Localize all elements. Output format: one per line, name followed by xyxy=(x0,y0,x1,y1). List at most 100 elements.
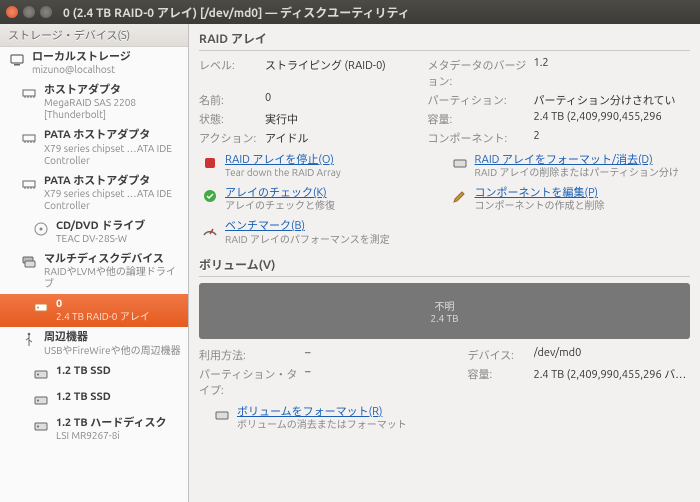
window-title: 0 (2.4 TB RAID-0 アレイ) [/dev/md0] — ディスクユ… xyxy=(63,4,410,21)
action-sub: コンポーネントの作成と削除 xyxy=(475,200,605,212)
level-value: ストライピング (RAID-0) xyxy=(265,57,422,89)
action-sub: Tear down the RAID Array xyxy=(225,167,341,179)
capacity-value: 2.4 TB (2,409,990,455,296 xyxy=(534,111,691,127)
metadata-value: 1.2 xyxy=(534,57,691,89)
sidebar-item-label: マルチディスクデバイス xyxy=(44,253,182,266)
sidebar-item-sub: USBやFireWireや他の周辺機器 xyxy=(44,345,181,357)
sidebar-item-label: PATA ホストアダプタ xyxy=(44,129,182,142)
check-icon xyxy=(201,187,219,205)
state-value: 実行中 xyxy=(265,111,422,127)
device-value: /dev/md0 xyxy=(534,347,691,363)
state-label: 状態: xyxy=(199,111,259,127)
sidebar-item-label: CD/DVD ドライブ xyxy=(56,220,145,233)
sidebar-item-label: 1.2 TB SSD xyxy=(56,391,111,404)
partition-value: パーティション分けされてい xyxy=(534,92,691,108)
format-array-button[interactable]: RAID アレイをフォーマット/消去(D)RAID アレイの削除またはパーティシ… xyxy=(449,152,691,181)
edit-components-button[interactable]: コンポーネントを編集(P)コンポーネントの作成と削除 xyxy=(449,185,691,214)
adapter-icon xyxy=(20,84,38,102)
ptype-label: パーティション・タイプ: xyxy=(199,366,299,398)
sidebar-item-peripherals[interactable]: 周辺機器USBやFireWireや他の周辺機器 xyxy=(0,327,188,360)
drive-icon xyxy=(32,365,50,383)
usage-label: 利用方法: xyxy=(199,347,299,363)
sidebar-item-ssd-1[interactable]: 1.2 TB SSD xyxy=(0,361,188,387)
action-label: アレイのチェック(K) xyxy=(225,187,335,200)
sidebar-item-label: PATA ホストアダプタ xyxy=(44,175,182,188)
edit-icon xyxy=(451,187,469,205)
volume-info-grid: 利用方法: – デバイス: /dev/md0 パーティション・タイプ: – 容量… xyxy=(199,347,690,398)
sidebar-item-sub: mizuno@localhost xyxy=(32,64,131,76)
sidebar-item-cddvd[interactable]: CD/DVD ドライブTEAC DV-28S-W xyxy=(0,216,188,249)
sidebar-item-raid-array[interactable]: 02.4 TB RAID-0 アレイ xyxy=(0,294,188,327)
sidebar-header: ストレージ・デバイス(S) xyxy=(0,24,188,47)
drive-icon xyxy=(32,417,50,435)
ptype-value: – xyxy=(305,366,462,398)
action-label: コンポーネントを編集(P) xyxy=(475,187,605,200)
sidebar-item-multidisk[interactable]: マルチディスクデバイスRAIDやLVMや他の論理ドライブ xyxy=(0,249,188,294)
raid-array-header: RAID アレイ xyxy=(199,30,690,51)
sidebar-item-label: 1.2 TB ハードディスク xyxy=(56,417,166,430)
raid-info-grid: レベル: ストライピング (RAID-0) メタデータのバージョン: 1.2 名… xyxy=(199,57,690,146)
action-sub: アレイのチェックと修復 xyxy=(225,200,335,212)
sidebar-item-sub: X79 series chipset …ATA IDE Controller xyxy=(44,188,182,212)
name-value: 0 xyxy=(265,92,422,108)
action-label: ベンチマーク(B) xyxy=(225,220,390,233)
volumes-header: ボリューム(V) xyxy=(199,256,690,277)
format-volume-button[interactable]: ボリュームをフォーマット(R)ボリュームの消去またはフォーマット xyxy=(211,404,690,433)
sidebar-item-label: ローカルストレージ xyxy=(32,51,131,64)
sidebar-item-ssd-2[interactable]: 1.2 TB SSD xyxy=(0,387,188,413)
computer-icon xyxy=(8,51,26,69)
check-array-button[interactable]: アレイのチェック(K)アレイのチェックと修復 xyxy=(199,185,441,214)
sidebar-item-label: 0 xyxy=(56,298,150,311)
sidebar-item-sub: RAIDやLVMや他の論理ドライブ xyxy=(44,266,182,290)
disc-icon xyxy=(32,220,50,238)
adapter-icon xyxy=(20,129,38,147)
sidebar-item-sub: MegaRAID SAS 2208 [Thunderbolt] xyxy=(44,97,182,121)
sidebar-item-label: ホストアダプタ xyxy=(44,84,182,97)
format-icon xyxy=(213,406,231,424)
level-label: レベル: xyxy=(199,57,259,89)
titlebar: 0 (2.4 TB RAID-0 アレイ) [/dev/md0] — ディスクユ… xyxy=(0,0,700,24)
capacity-label: 容量: xyxy=(428,111,528,127)
raid-actions: RAID アレイを停止(O)Tear down the RAID Array R… xyxy=(199,152,690,248)
metadata-label: メタデータのバージョン: xyxy=(428,57,528,89)
sidebar-item-sub: X79 series chipset …ATA IDE Controller xyxy=(44,143,182,167)
stop-array-button[interactable]: RAID アレイを停止(O)Tear down the RAID Array xyxy=(199,152,441,181)
sidebar-item-sub: LSI MR9267-8i xyxy=(56,430,166,442)
action-label: RAID アレイをフォーマット/消去(D) xyxy=(475,154,679,167)
capacity2-label: 容量: xyxy=(468,366,528,398)
usage-value: – xyxy=(305,347,462,363)
stop-icon xyxy=(201,154,219,172)
multidisk-icon xyxy=(20,253,38,271)
adapter-icon xyxy=(20,175,38,193)
name-label: 名前: xyxy=(199,92,259,108)
action-value: アイドル xyxy=(265,130,422,146)
volume-bar-title: 不明 xyxy=(435,298,455,313)
close-icon[interactable] xyxy=(6,6,18,18)
sidebar-item-local-storage[interactable]: ローカルストレージmizuno@localhost xyxy=(0,47,188,80)
components-label: コンポーネント: xyxy=(428,130,528,146)
action-label: RAID アレイを停止(O) xyxy=(225,154,341,167)
components-value: 2 xyxy=(534,130,691,146)
action-sub: RAID アレイのパフォーマンスを測定 xyxy=(225,234,390,246)
sidebar-item-label: 周辺機器 xyxy=(44,331,181,344)
drive-icon xyxy=(32,391,50,409)
partition-label: パーティション: xyxy=(428,92,528,108)
benchmark-button[interactable]: ベンチマーク(B)RAID アレイのパフォーマンスを測定 xyxy=(199,218,441,247)
volume-bar-size: 2.4 TB xyxy=(431,313,459,324)
content-pane: RAID アレイ レベル: ストライピング (RAID-0) メタデータのバージ… xyxy=(189,24,700,502)
sidebar-item-hdd[interactable]: 1.2 TB ハードディスクLSI MR9267-8i xyxy=(0,413,188,446)
sidebar-item-pata-adapter-2[interactable]: PATA ホストアダプタX79 series chipset …ATA IDE … xyxy=(0,171,188,216)
sidebar-item-label: 1.2 TB SSD xyxy=(56,365,111,378)
sidebar: ストレージ・デバイス(S) ローカルストレージmizuno@localhost … xyxy=(0,24,189,502)
action-sub: ボリュームの消去またはフォーマット xyxy=(237,419,407,431)
minimize-icon[interactable] xyxy=(23,6,35,18)
volume-bar[interactable]: 不明 2.4 TB xyxy=(199,283,690,339)
action-label: ボリュームをフォーマット(R) xyxy=(237,406,407,419)
action-sub: RAID アレイの削除またはパーティション分け xyxy=(475,167,679,179)
maximize-icon[interactable] xyxy=(40,6,52,18)
drive-icon xyxy=(32,298,50,316)
sidebar-item-host-adapter[interactable]: ホストアダプタMegaRAID SAS 2208 [Thunderbolt] xyxy=(0,80,188,125)
sidebar-item-sub: 2.4 TB RAID-0 アレイ xyxy=(56,311,150,323)
sidebar-item-pata-adapter-1[interactable]: PATA ホストアダプタX79 series chipset …ATA IDE … xyxy=(0,125,188,170)
capacity2-value: 2.4 TB (2,409,990,455,296 バイト) xyxy=(534,366,691,398)
